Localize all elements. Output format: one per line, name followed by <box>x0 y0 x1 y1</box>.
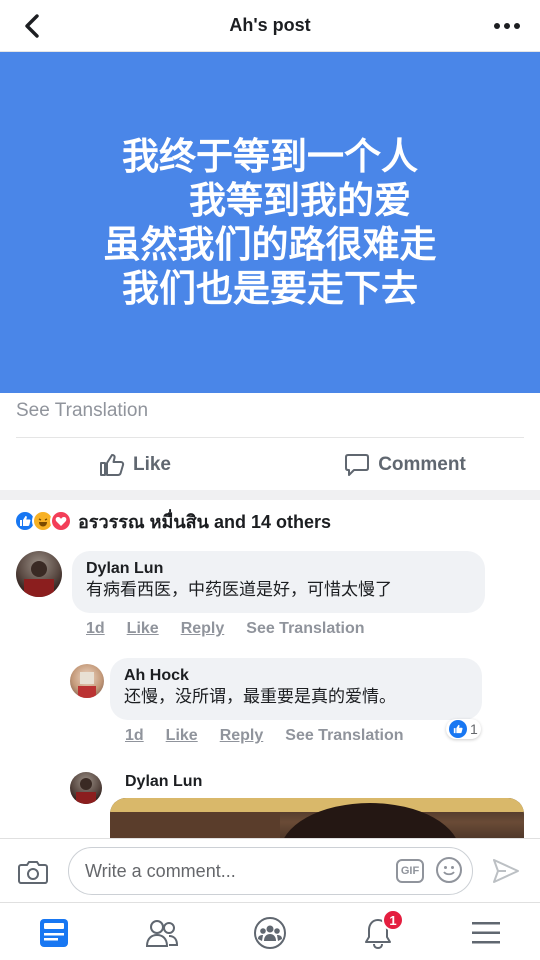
avatar[interactable] <box>16 551 62 597</box>
chevron-left-icon <box>25 14 39 38</box>
menu-icon <box>472 922 500 944</box>
love-reaction-icon <box>50 510 72 532</box>
reactions-text: อรวรรณ หมื่นสิน and 14 others <box>78 511 331 532</box>
smiley-icon <box>443 866 455 876</box>
comment-label: Comment <box>378 454 466 475</box>
friends-icon <box>145 920 179 947</box>
notification-badge: 1 <box>382 909 404 931</box>
comment-text: 有病看西医，中药医道是好，可惜太慢了 <box>86 580 392 600</box>
reply-time[interactable]: 1d <box>125 727 144 745</box>
post-line-4: 我们也是要走下去 <box>122 266 418 310</box>
comment-meta: 1d Like Reply See Translation <box>86 620 365 638</box>
reply-like-count[interactable]: 1 <box>446 719 481 739</box>
tab-news-feed[interactable] <box>34 913 74 953</box>
comment-button[interactable]: Comment <box>270 440 540 490</box>
like-label: Like <box>132 454 172 475</box>
camera-button[interactable] <box>18 859 48 885</box>
tab-groups[interactable] <box>250 913 290 953</box>
divider <box>16 437 524 438</box>
comment-see-translation[interactable]: See Translation <box>246 620 364 638</box>
avatar[interactable] <box>70 664 104 698</box>
like-button[interactable]: Like <box>0 440 270 490</box>
commenter-name[interactable]: Dylan Lun <box>86 559 471 579</box>
post-line-3: 虽然我们的路很难走 <box>103 222 437 266</box>
comment-reply-link[interactable]: Reply <box>181 620 225 638</box>
post-line-2: 我等到我的爱 <box>189 178 411 222</box>
tab-notifications[interactable]: 1 <box>358 909 404 953</box>
post-colored-background: 我终于等到一个人 我等到我的爱 虽然我们的路很难走 我们也是要走下去 <box>0 52 540 393</box>
groups-icon <box>254 917 286 949</box>
comment-input-placeholder: Write a comment... <box>85 860 236 881</box>
see-translation-link[interactable]: See Translation <box>16 400 148 422</box>
page-title: Ah's post <box>229 15 311 35</box>
reply-text: 还慢，没所谓，最重要是真的爱情。 <box>124 687 396 707</box>
reply-reply-link[interactable]: Reply <box>220 727 264 745</box>
camera-icon <box>18 861 48 884</box>
reply-meta: 1d Like Reply See Translation <box>125 727 404 745</box>
comment-bubble: Dylan Lun 有病看西医，中药医道是好，可惜太慢了 <box>72 551 485 613</box>
send-icon <box>493 859 519 883</box>
avatar[interactable] <box>70 772 102 804</box>
back-button[interactable] <box>18 12 46 40</box>
like-count-number: 1 <box>470 721 478 737</box>
more-icon <box>494 23 520 29</box>
replier-name[interactable]: Ah Hock <box>124 666 468 686</box>
top-bar: Ah's post <box>0 0 540 52</box>
gif-button[interactable]: GIF <box>396 859 424 883</box>
tab-friends[interactable] <box>142 913 182 953</box>
bottom-tab-bar: 1 <box>0 902 540 960</box>
reply-like-link[interactable]: Like <box>166 727 198 745</box>
comment-like-link[interactable]: Like <box>127 620 159 638</box>
like-reaction-icon <box>449 720 467 738</box>
post-actions: Like Comment <box>0 440 540 490</box>
more-options-button[interactable] <box>492 13 522 39</box>
post-line-1: 我终于等到一个人 <box>122 134 418 178</box>
news-feed-icon <box>40 919 68 947</box>
thumbs-up-icon <box>99 454 125 476</box>
reply-see-translation[interactable]: See Translation <box>285 727 403 745</box>
emoji-button[interactable] <box>436 857 462 883</box>
post-text: 我终于等到一个人 我等到我的爱 虽然我们的路很难走 我们也是要走下去 <box>104 135 437 311</box>
comment-icon <box>345 454 370 476</box>
reactions-summary[interactable]: อรวรรณ หมื่นสิน and 14 others <box>14 508 331 534</box>
comment-time[interactable]: 1d <box>86 620 105 638</box>
send-button[interactable] <box>492 858 520 884</box>
reply-bubble: Ah Hock 还慢，没所谓，最重要是真的爱情。 <box>110 658 482 720</box>
section-separator <box>0 490 540 500</box>
tab-menu[interactable] <box>466 913 506 953</box>
replier-name[interactable]: Dylan Lun <box>125 772 202 792</box>
